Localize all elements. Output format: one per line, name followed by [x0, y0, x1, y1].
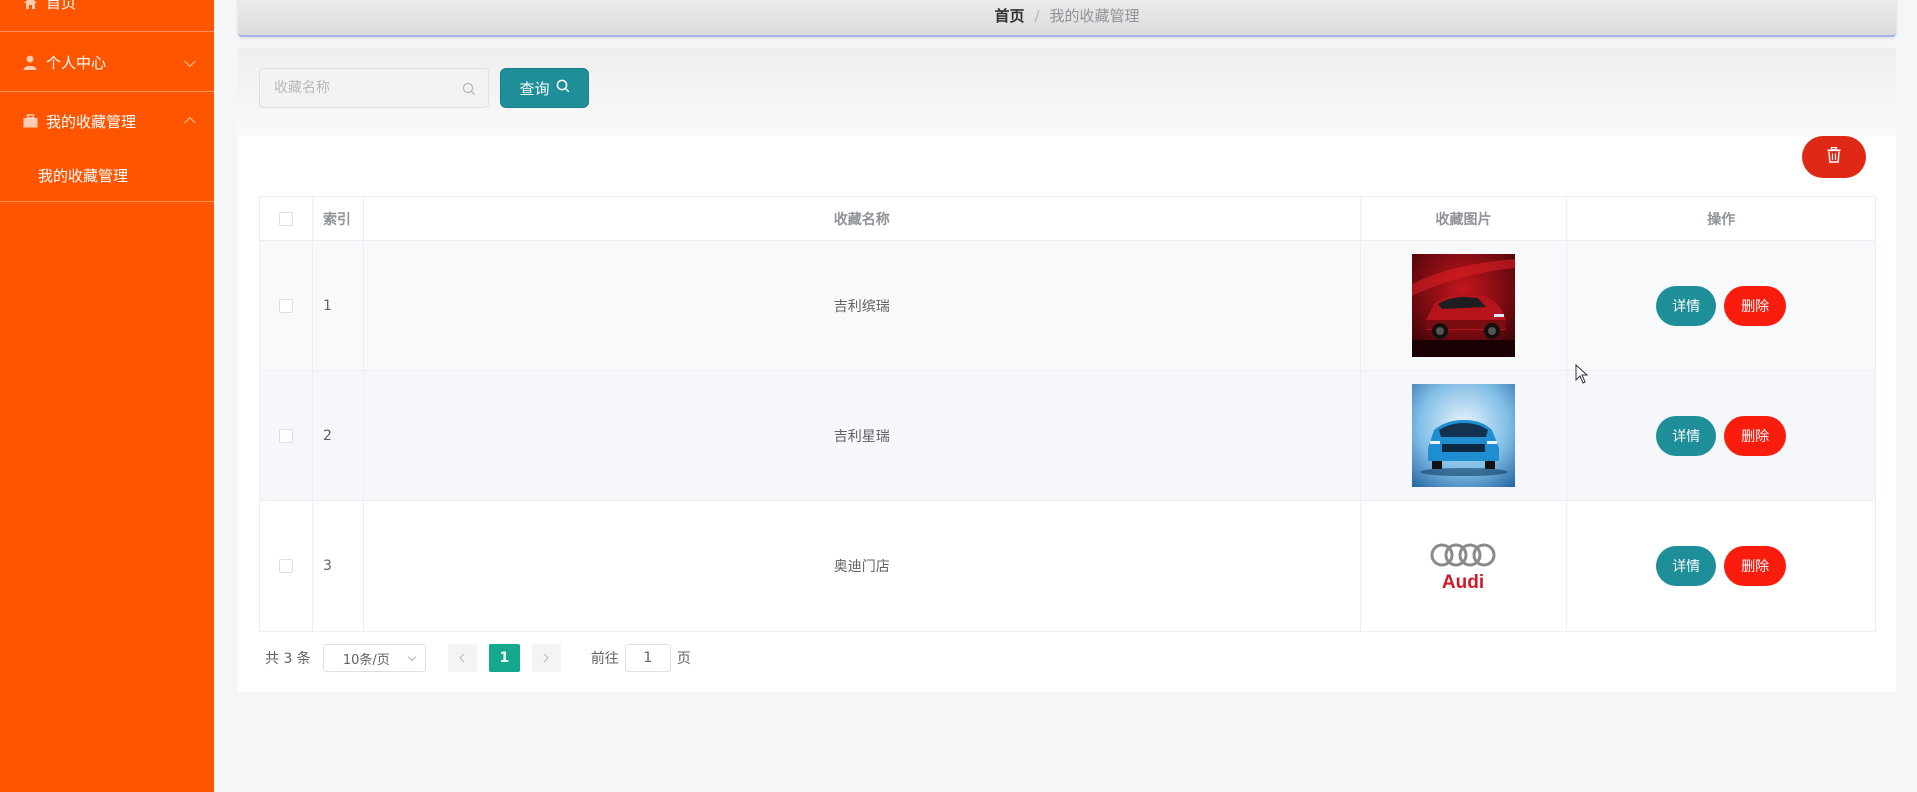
breadcrumb-current: 我的收藏管理: [1049, 7, 1140, 25]
row-name: 奥迪门店: [364, 501, 1361, 631]
search-area: 查询: [238, 48, 1896, 136]
breadcrumb-separator: /: [1034, 6, 1040, 25]
chevron-left-icon: [459, 653, 465, 663]
row-image-cell: Audi: [1361, 501, 1568, 631]
table-row: 2 吉利星瑞 详情 删除: [260, 371, 1875, 501]
pagination: 共 3 条 10条/页 1 前往 1 页: [265, 643, 691, 673]
mouse-cursor-icon: [1575, 364, 1589, 384]
delete-button[interactable]: 删除: [1724, 415, 1787, 456]
sidebar-item-label: 个人中心: [46, 54, 107, 72]
select-all-checkbox[interactable]: [278, 211, 293, 226]
row-checkbox[interactable]: [278, 428, 293, 443]
sidebar-item-label: 首页: [46, 0, 77, 12]
sidebar-item-personal-center[interactable]: 个人中心: [0, 34, 214, 92]
goto-page-input[interactable]: 1: [624, 644, 671, 672]
query-button[interactable]: 查询: [500, 68, 589, 108]
row-checkbox-cell: [260, 371, 313, 500]
trash-icon: [1827, 146, 1841, 167]
breadcrumb-home[interactable]: 首页: [994, 5, 1024, 26]
next-page-button[interactable]: [531, 644, 561, 672]
sidebar-item-home[interactable]: 首页: [0, 0, 214, 32]
goto-suffix: 页: [676, 651, 691, 667]
query-button-label: 查询: [519, 79, 550, 98]
sidebar-item-favorites[interactable]: 我的收藏管理: [0, 92, 214, 150]
column-header-actions: 操作: [1707, 211, 1736, 228]
search-icon: [462, 82, 476, 100]
audi-logo-image: Audi: [1412, 514, 1516, 618]
row-index: 3: [313, 501, 364, 631]
chevron-down-icon: [407, 652, 417, 662]
audi-wordmark: Audi: [1442, 572, 1484, 593]
row-index: 1: [313, 241, 364, 370]
user-icon: [22, 55, 38, 71]
search-input[interactable]: [274, 80, 464, 96]
delete-button[interactable]: 删除: [1724, 546, 1787, 586]
pagination-total: 共 3 条: [265, 651, 311, 667]
chevron-up-icon: [184, 116, 196, 129]
row-name: 吉利星瑞: [364, 371, 1361, 500]
row-actions: 详情 删除: [1567, 501, 1875, 631]
prev-page-button[interactable]: [447, 644, 477, 672]
row-checkbox-cell: [260, 241, 313, 370]
table-row: 1 吉利缤瑞 详情 删除: [260, 241, 1875, 371]
row-name: 吉利缤瑞: [364, 241, 1361, 370]
row-actions: 详情 删除: [1567, 371, 1875, 500]
row-checkbox[interactable]: [278, 559, 293, 573]
page-size-value: 10条/页: [342, 652, 390, 668]
blue-car-image: [1412, 384, 1516, 487]
table-header: 索引 收藏名称 收藏图片 操作: [260, 197, 1875, 241]
chevron-down-icon: [184, 55, 196, 67]
sidebar: 首页 个人中心 我的收藏管理 我的收藏管理: [0, 0, 214, 792]
detail-button[interactable]: 详情: [1656, 285, 1717, 326]
row-actions: 详情 删除: [1567, 241, 1875, 370]
sidebar-item-label: 我的收藏管理: [46, 112, 137, 131]
row-checkbox[interactable]: [278, 298, 293, 313]
main-panel: 索引 收藏名称 收藏图片 操作 1 吉利缤瑞 详情 删除 2 吉利星瑞 详情 删…: [238, 136, 1896, 692]
page-number-current[interactable]: 1: [488, 644, 520, 672]
breadcrumb: 首页 / 我的收藏管理: [238, 0, 1896, 37]
column-header-index: 索引: [313, 197, 364, 240]
red-car-image: [1412, 254, 1516, 357]
detail-button[interactable]: 详情: [1656, 546, 1717, 586]
briefcase-icon: [22, 113, 38, 129]
search-icon: [556, 79, 570, 97]
delete-button[interactable]: 删除: [1724, 285, 1787, 326]
column-header-image: 收藏图片: [1361, 197, 1568, 240]
row-checkbox-cell: [260, 501, 313, 631]
row-image-cell: [1361, 371, 1568, 500]
bulk-delete-button[interactable]: [1802, 136, 1866, 178]
goto-label: 前往: [590, 651, 619, 667]
detail-button[interactable]: 详情: [1656, 415, 1717, 456]
chevron-right-icon: [543, 653, 550, 663]
table-row: 3 奥迪门店 Audi 详情 删除: [260, 501, 1875, 631]
page-size-select[interactable]: 10条/页: [322, 644, 426, 672]
column-header-name: 收藏名称: [364, 197, 1361, 240]
submenu-item-label: 我的收藏管理: [38, 167, 129, 185]
favorites-table: 索引 收藏名称 收藏图片 操作 1 吉利缤瑞 详情 删除 2 吉利星瑞 详情 删…: [259, 196, 1876, 632]
search-field: [259, 68, 489, 108]
submenu-item-favorites[interactable]: 我的收藏管理: [0, 150, 214, 202]
row-image-cell: [1361, 241, 1568, 370]
home-icon: [22, 0, 38, 11]
header-checkbox-cell: [260, 197, 313, 240]
row-index: 2: [313, 371, 364, 500]
